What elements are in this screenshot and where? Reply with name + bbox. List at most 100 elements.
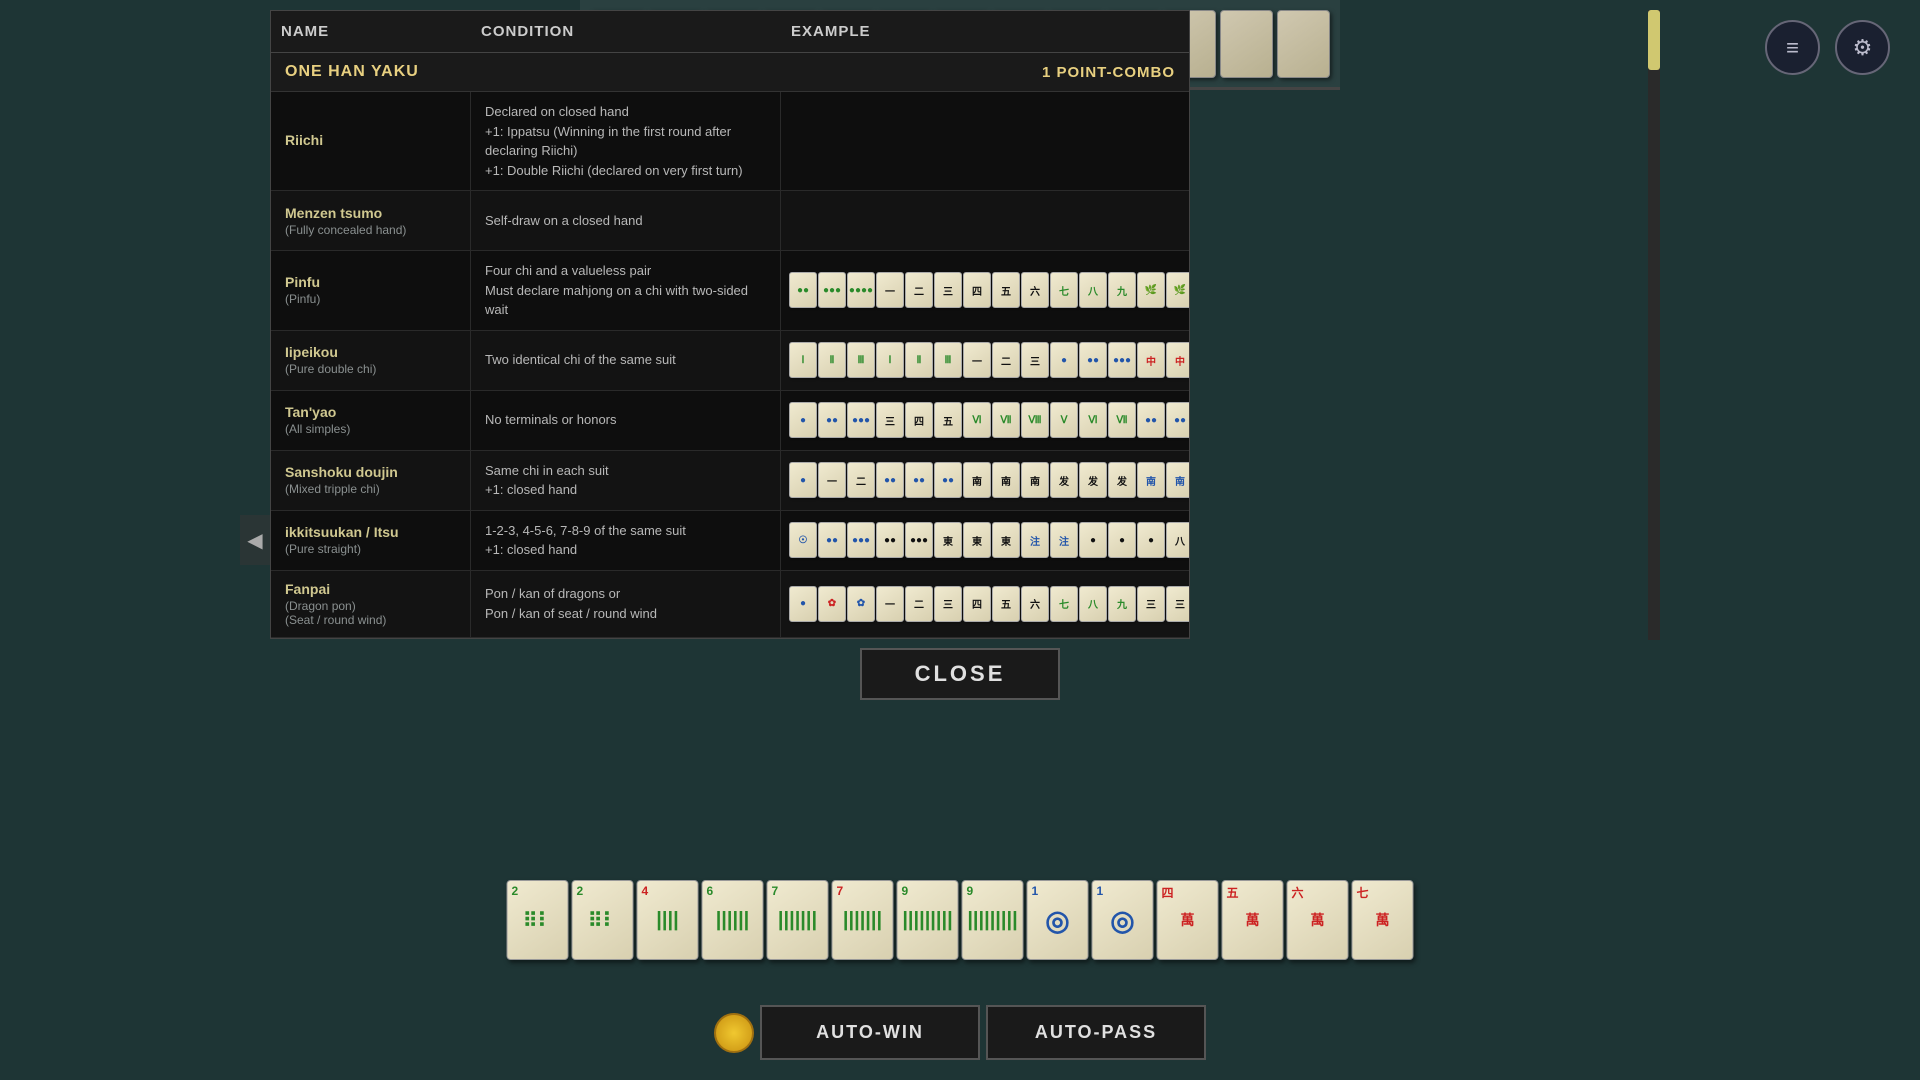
- hand-tile[interactable]: 2 ⠿⠇: [572, 880, 634, 960]
- yaku-condition: Self-draw on a closed hand: [485, 211, 766, 231]
- hand-tile[interactable]: 2 ⠿⠇: [507, 880, 569, 960]
- mahjong-tile: ●●: [1166, 402, 1190, 438]
- auto-win-label: AUTO-WIN: [816, 1022, 924, 1043]
- log-button[interactable]: ≡: [1765, 20, 1820, 75]
- coin-icon: [714, 1013, 754, 1053]
- example-tiles: ☉ ●● ●●● ●● ●●● 東 東 東 注 注 ● ● ● 八: [789, 522, 1190, 558]
- yaku-name: Sanshoku doujin: [285, 464, 456, 480]
- yaku-example-cell: ● ●● ●●● 三 四 五 Ⅵ Ⅶ Ⅷ Ⅴ Ⅵ Ⅶ ●● ●●: [781, 391, 1190, 450]
- yaku-condition-cell: 1-2-3, 4-5-6, 7-8-9 of the same suit+1: …: [471, 511, 781, 570]
- yaku-subname: (Pure double chi): [285, 362, 456, 376]
- example-tiles: Ⅰ Ⅱ Ⅲ Ⅰ Ⅱ Ⅲ 一 二 三 ● ●● ●●● 中 中: [789, 342, 1190, 378]
- mahjong-tile: ✿: [818, 586, 846, 622]
- yaku-condition: 1-2-3, 4-5-6, 7-8-9 of the same suit+1: …: [485, 521, 766, 560]
- mahjong-tile: 南: [1137, 462, 1165, 498]
- mahjong-tile: ●●: [1137, 402, 1165, 438]
- mahjong-tile: ●●●: [1108, 342, 1136, 378]
- mahjong-tile: 六: [1021, 272, 1049, 308]
- hand-tile[interactable]: 1 ◎: [1027, 880, 1089, 960]
- mahjong-tile: 三: [1137, 586, 1165, 622]
- yaku-condition-cell: No terminals or honors: [471, 391, 781, 450]
- hand-tile[interactable]: 6 ||||||: [702, 880, 764, 960]
- scrollbar-track[interactable]: [1648, 10, 1660, 640]
- example-tiles: ● ●● ●●● 三 四 五 Ⅵ Ⅶ Ⅷ Ⅴ Ⅵ Ⅶ ●● ●●: [789, 402, 1190, 438]
- table-header: NAME CONDITION EXAMPLE: [271, 11, 1189, 53]
- yaku-name-cell: Fanpai (Dragon pon) (Seat / round wind): [271, 571, 471, 637]
- tile-icon: ◎: [1110, 904, 1134, 937]
- yaku-condition-cell: Same chi in each suit+1: closed hand: [471, 451, 781, 510]
- mahjong-tile: ●: [1108, 522, 1136, 558]
- mahjong-tile: ●: [1079, 522, 1107, 558]
- table-row: Fanpai (Dragon pon) (Seat / round wind) …: [271, 571, 1189, 638]
- mahjong-tile: ●●: [934, 462, 962, 498]
- yaku-condition: Four chi and a valueless pairMust declar…: [485, 261, 766, 320]
- yaku-name-cell: Iipeikou (Pure double chi): [271, 331, 471, 390]
- yaku-subname: (Mixed tripple chi): [285, 482, 456, 496]
- mahjong-tile: 四: [963, 272, 991, 308]
- mahjong-tile: 南: [963, 462, 991, 498]
- yaku-condition-cell: Declared on closed hand+1: Ippatsu (Winn…: [471, 92, 781, 190]
- mahjong-tile: 九: [1108, 272, 1136, 308]
- tile-icon: 萬: [1376, 910, 1390, 930]
- hand-tile[interactable]: 7 |||||||: [832, 880, 894, 960]
- yaku-example-cell: ☉ ●● ●●● ●● ●●● 東 東 東 注 注 ● ● ● 八: [781, 511, 1190, 570]
- left-panel-arrow[interactable]: ◀: [240, 515, 270, 565]
- mahjong-tile: 三: [934, 272, 962, 308]
- mahjong-tile: 五: [934, 402, 962, 438]
- hand-tile[interactable]: 四 萬: [1157, 880, 1219, 960]
- mahjong-tile: 八: [1079, 272, 1107, 308]
- mahjong-tile: 東: [934, 522, 962, 558]
- tile-number: 9: [967, 884, 974, 898]
- mahjong-tile: Ⅵ: [963, 402, 991, 438]
- yaku-example-cell: [781, 191, 1189, 250]
- mahjong-tile: 发: [1050, 462, 1078, 498]
- close-button[interactable]: CLOSE: [860, 648, 1060, 700]
- auto-pass-button[interactable]: AUTO-PASS: [986, 1005, 1206, 1060]
- scrollbar-thumb[interactable]: [1648, 10, 1660, 70]
- tile-icon: ⠿⠇: [588, 908, 617, 933]
- hand-tile[interactable]: 六 萬: [1287, 880, 1349, 960]
- tile-icon: ||||||: [716, 909, 750, 932]
- auto-win-button[interactable]: AUTO-WIN: [760, 1005, 980, 1060]
- mahjong-tile: 三: [1021, 342, 1049, 378]
- settings-button[interactable]: ⚙: [1835, 20, 1890, 75]
- hand-tile[interactable]: 9 |||||||||: [962, 880, 1024, 960]
- table-row: ikkitsuukan / Itsu (Pure straight) 1-2-3…: [271, 511, 1189, 571]
- example-tiles: ●● ●●● ●●●● 一 二 三 四 五 六 七 八 九 🌿 🌿: [789, 272, 1190, 308]
- tile-number: 1: [1032, 884, 1039, 898]
- yaku-name: ikkitsuukan / Itsu: [285, 524, 456, 540]
- hand-tile[interactable]: 4 ||||: [637, 880, 699, 960]
- hand-tile[interactable]: 1 ◎: [1092, 880, 1154, 960]
- mahjong-tile: ●: [789, 462, 817, 498]
- gear-icon: ⚙: [1853, 35, 1873, 61]
- mahjong-tile: 🌿: [1137, 272, 1165, 308]
- hand-tile[interactable]: 7 |||||||: [767, 880, 829, 960]
- hand-tile[interactable]: 五 萬: [1222, 880, 1284, 960]
- mahjong-tile: ●●●●: [847, 272, 875, 308]
- mahjong-tile: 七: [1050, 272, 1078, 308]
- header-name: NAME: [281, 23, 481, 40]
- mahjong-tile: ●: [789, 586, 817, 622]
- yaku-name: Menzen tsumo: [285, 205, 456, 221]
- mahjong-tile: 八: [1079, 586, 1107, 622]
- tile-icon: 萬: [1246, 910, 1260, 930]
- mahjong-tile: 注: [1021, 522, 1049, 558]
- yaku-subname: (Fully concealed hand): [285, 223, 456, 237]
- mahjong-tile: ●●: [818, 402, 846, 438]
- hand-tile[interactable]: 七 萬: [1352, 880, 1414, 960]
- mahjong-tile: ●●: [905, 462, 933, 498]
- mahjong-tile: 五: [992, 586, 1020, 622]
- header-condition: CONDITION: [481, 23, 791, 40]
- hand-tile[interactable]: 9 |||||||||: [897, 880, 959, 960]
- mahjong-tile: 三: [934, 586, 962, 622]
- yaku-name-cell: Sanshoku doujin (Mixed tripple chi): [271, 451, 471, 510]
- rack-tile: [1277, 10, 1330, 78]
- chevron-left-icon: ◀: [247, 528, 262, 553]
- mahjong-tile: ●: [1137, 522, 1165, 558]
- mahjong-tile: 中: [1166, 342, 1190, 378]
- mahjong-tile: 发: [1079, 462, 1107, 498]
- mahjong-tile: ●●●: [818, 272, 846, 308]
- tile-number: 7: [837, 884, 844, 898]
- yaku-subname: (Pure straight): [285, 542, 456, 556]
- yaku-condition: Two identical chi of the same suit: [485, 350, 766, 370]
